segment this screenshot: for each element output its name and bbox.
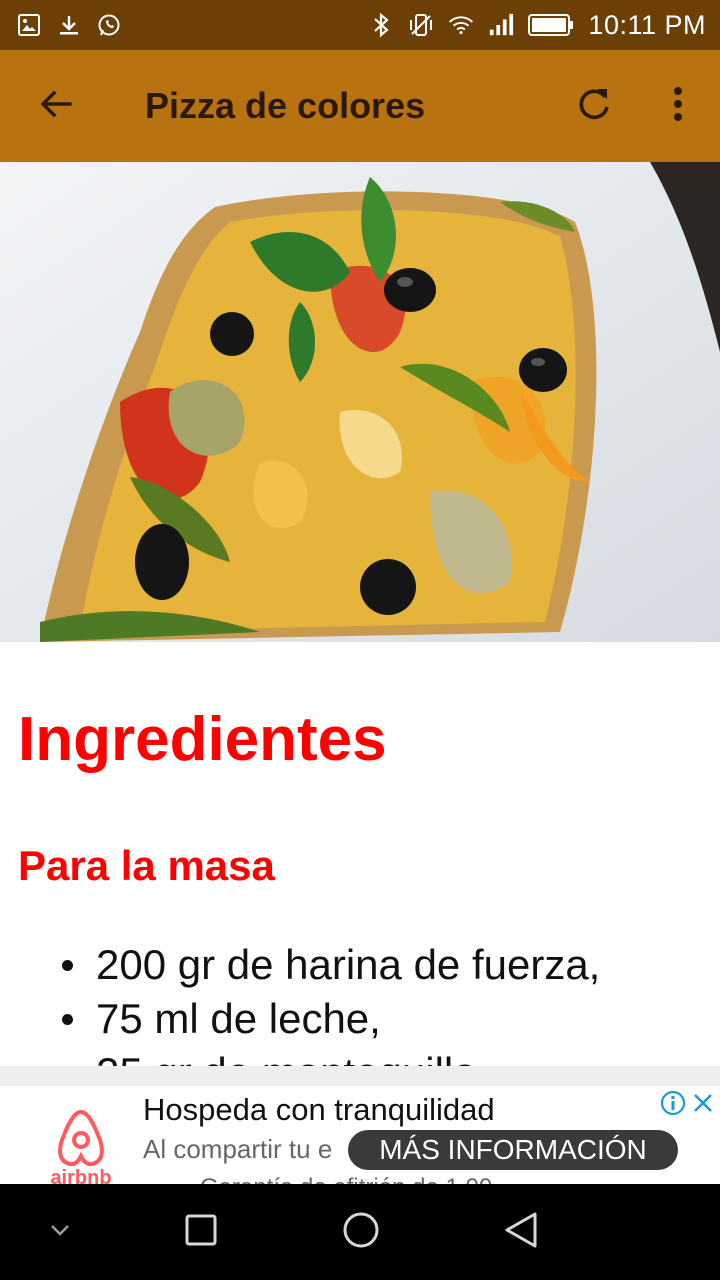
vibrate-icon <box>408 12 434 38</box>
ad-subtitle-2: Garantía de afitrión de 1.00 <box>200 1174 492 1184</box>
more-vert-icon <box>672 86 684 127</box>
refresh-button[interactable] <box>552 50 636 162</box>
back-button[interactable] <box>0 50 112 162</box>
ad-divider <box>0 1066 720 1086</box>
dough-subheading: Para la masa <box>18 842 275 889</box>
close-icon[interactable] <box>690 1090 716 1116</box>
home-button[interactable] <box>331 1202 391 1262</box>
airbnb-logo[interactable]: airbnb <box>38 1106 124 1184</box>
hide-keyboard-button[interactable] <box>30 1202 90 1262</box>
list-item: 75 ml de leche, <box>61 992 600 1046</box>
more-info-button[interactable]: MÁS INFORMACIÓN <box>348 1130 678 1170</box>
wifi-icon <box>448 12 474 38</box>
refresh-icon <box>575 85 613 128</box>
recipe-photo <box>0 162 720 642</box>
ad-brand-text: airbnb <box>50 1167 111 1184</box>
nav-back-button[interactable] <box>491 1202 551 1262</box>
page-title: Pizza de colores <box>145 85 426 126</box>
system-nav-bar <box>0 1184 720 1280</box>
ad-title[interactable]: Hospeda con tranquilidad <box>143 1092 495 1128</box>
home-icon <box>342 1211 380 1254</box>
ingredients-heading: Ingredientes <box>18 705 387 774</box>
recipe-content: Ingredientes Para la masa 200 gr de hari… <box>0 642 720 1066</box>
recents-button[interactable] <box>171 1202 231 1262</box>
recents-icon <box>184 1213 218 1252</box>
ad-banner[interactable]: airbnb Hospeda con tranquilidad Al compa… <box>0 1086 720 1184</box>
list-item: 200 gr de harina de fuerza, <box>61 938 600 992</box>
battery-icon <box>528 12 574 38</box>
gallery-icon <box>16 12 42 38</box>
status-bar: 10:11 PM <box>0 0 720 50</box>
hide-keyboard-icon <box>49 1223 71 1242</box>
ad-subtitle: Al compartir tu e <box>143 1134 333 1164</box>
more-options-button[interactable] <box>636 50 720 162</box>
bluetooth-icon <box>368 12 394 38</box>
signal-icon <box>488 12 514 38</box>
back-arrow-icon <box>38 86 74 127</box>
back-icon <box>503 1211 539 1254</box>
app-bar: Pizza de colores <box>0 50 720 162</box>
ingredient-list: 200 gr de harina de fuerza, 75 ml de lec… <box>0 938 600 1066</box>
status-time: 10:11 PM <box>588 9 706 40</box>
download-icon <box>56 12 82 38</box>
list-item: 25 gr de mantequilla <box>96 1046 600 1066</box>
whatsapp-icon <box>96 12 122 38</box>
info-icon[interactable] <box>660 1090 686 1116</box>
